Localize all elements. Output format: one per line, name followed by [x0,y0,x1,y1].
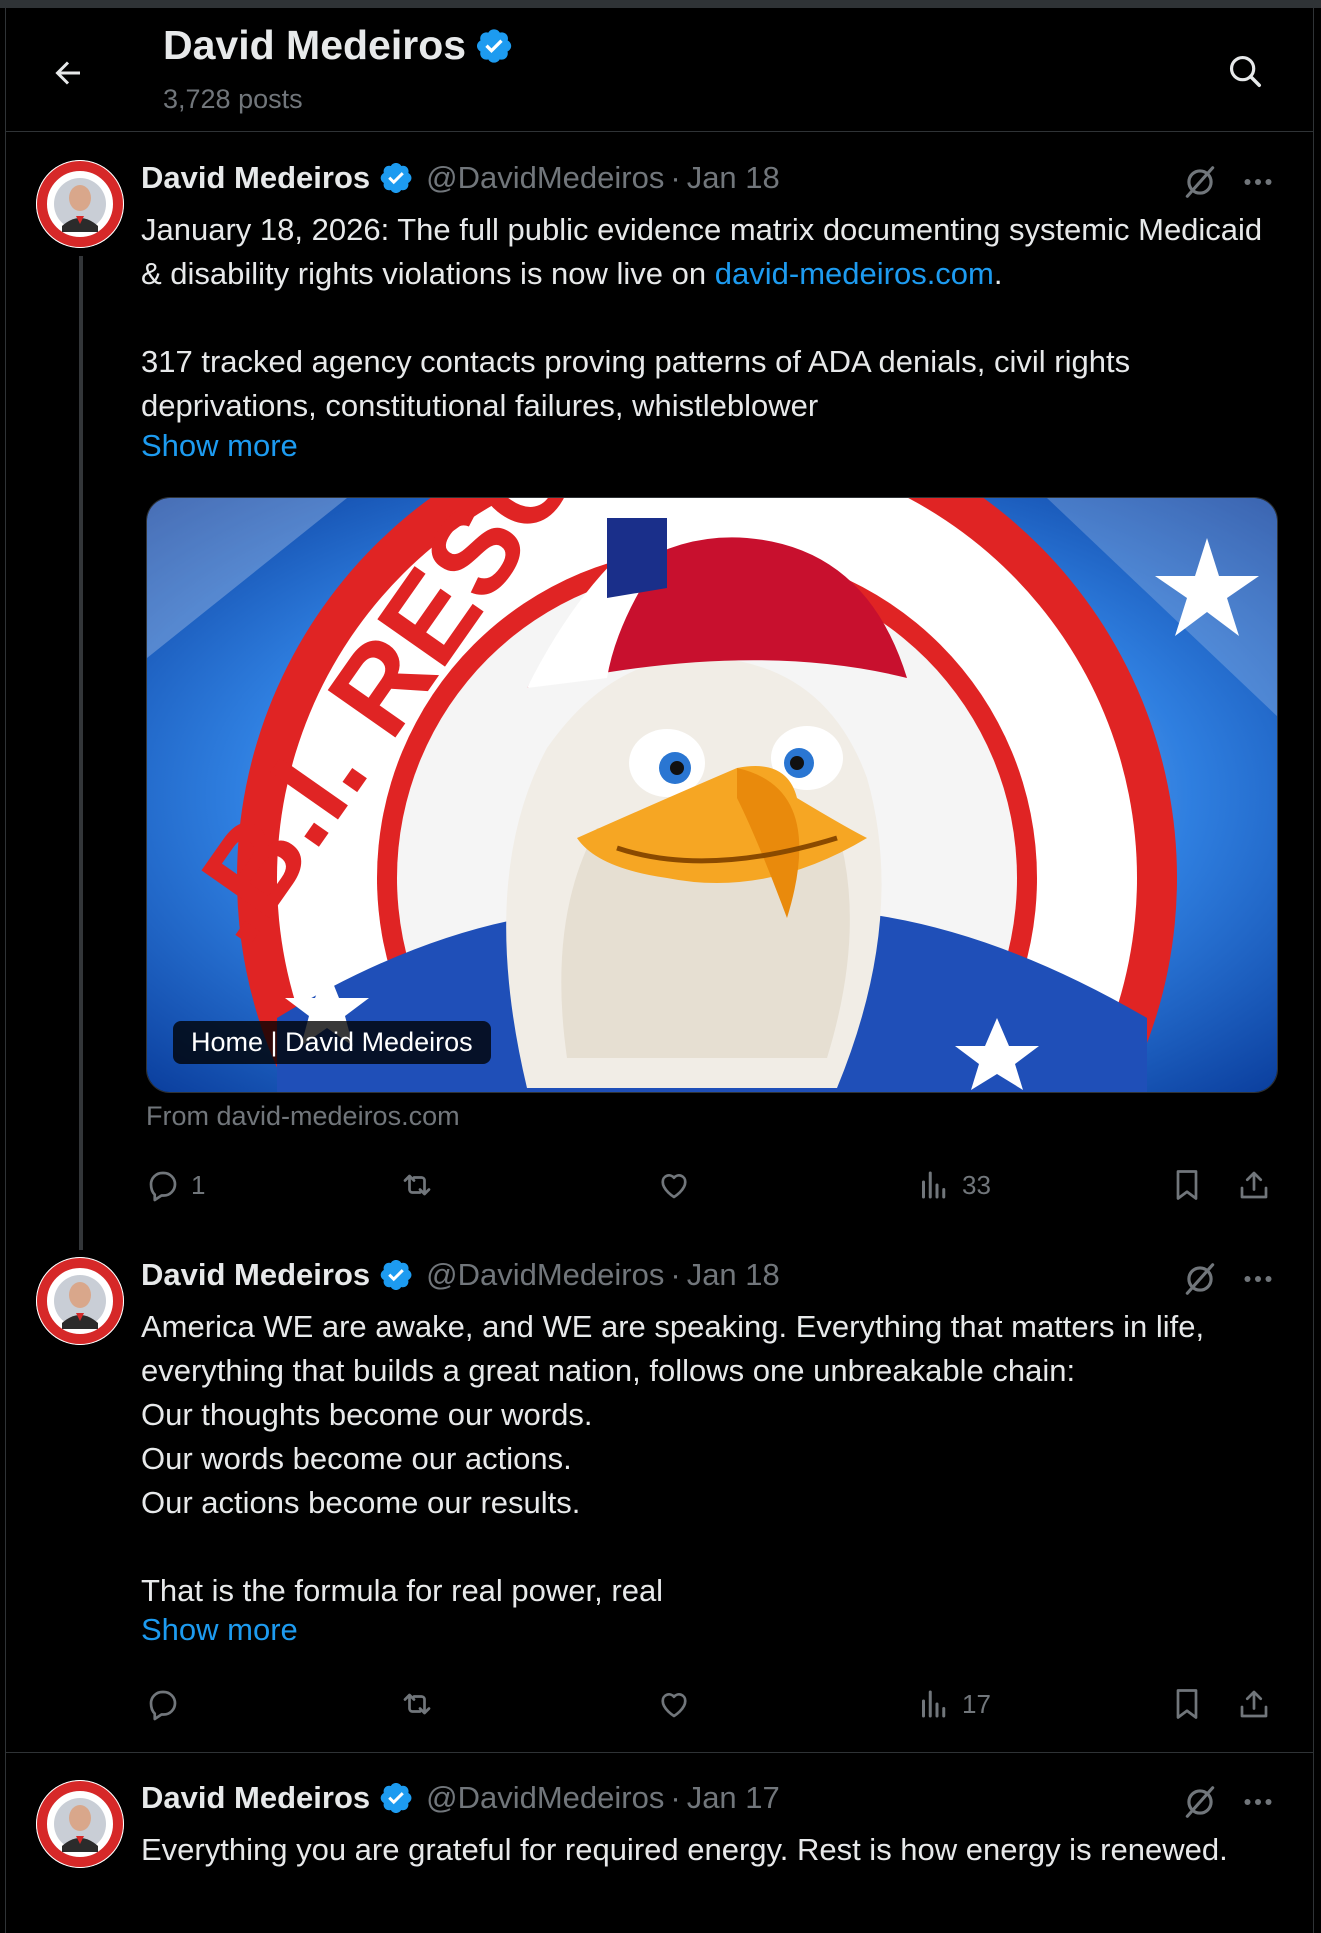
post-count: 3,728 posts [163,84,303,114]
post-actions: 17 [141,1679,1281,1729]
grok-button[interactable] [1178,160,1222,204]
grok-button[interactable] [1178,1780,1222,1824]
like-icon [661,1693,687,1718]
post-text: Everything you are grateful for required… [141,1832,1228,1867]
more-icon [1244,1799,1272,1805]
post-link[interactable]: david-medeiros.com [715,256,994,291]
reply-icon [149,1690,177,1721]
card-title: Home | David Medeiros [173,1021,491,1064]
card-image: .B.I. RESOURCES [147,498,1277,1092]
post-header: David Medeiros @DavidMedeiros · Jan 17 [141,1780,780,1816]
more-icon [1244,179,1272,185]
more-icon [1244,1276,1272,1282]
separator: · [670,1257,681,1292]
window-top-edge [0,0,1321,8]
views-count: 33 [962,1169,991,1200]
reply-button[interactable] [145,1679,181,1729]
reply-icon [149,1171,177,1202]
grok-button[interactable] [1178,1257,1222,1301]
repost-button[interactable] [399,1160,435,1210]
author-handle[interactable]: @DavidMedeiros [426,160,664,196]
post-text: January 18, 2026: The full public eviden… [141,208,1266,428]
repost-icon [403,1693,431,1715]
views-icon [922,1171,946,1199]
more-options-button[interactable] [1236,1780,1280,1824]
verified-badge-icon [380,163,412,193]
profile-header: David Medeiros 3,728 posts [5,8,1314,132]
verified-badge-icon [380,1783,412,1813]
repost-icon [403,1174,431,1196]
share-icon [1240,1690,1268,1718]
more-options-button[interactable] [1236,1257,1280,1301]
search-icon [1229,55,1261,87]
post-header: David Medeiros @DavidMedeiros · Jan 18 [141,160,780,196]
back-button[interactable] [43,48,93,98]
bookmark-button[interactable] [1169,1160,1205,1210]
author-name[interactable]: David Medeiros [141,160,370,196]
repost-button[interactable] [399,1679,435,1729]
views-count: 17 [962,1688,991,1719]
post-text: America WE are awake, and WE are speakin… [141,1309,1205,1608]
post-header: David Medeiros @DavidMedeiros · Jan 18 [141,1257,780,1293]
share-icon [1240,1171,1268,1199]
bookmark-icon [1176,1170,1198,1200]
back-arrow-icon [55,61,80,85]
more-options-button[interactable] [1236,160,1280,204]
post-date[interactable]: Jan 18 [687,160,780,196]
avatar-logo-image [36,1257,124,1345]
share-button[interactable] [1236,1160,1272,1210]
profile-title: David Medeiros [163,22,514,69]
avatar[interactable] [36,1780,124,1868]
avatar[interactable] [36,160,124,248]
like-button[interactable] [656,1160,692,1210]
views-icon [922,1690,946,1718]
profile-name: David Medeiros [163,22,467,68]
avatar-logo-image [36,1780,124,1868]
post-text-part: January 18, 2026: The full public eviden… [141,212,1271,291]
author-name[interactable]: David Medeiros [141,1257,370,1293]
bookmark-button[interactable] [1169,1679,1205,1729]
like-button[interactable] [656,1679,692,1729]
separator: · [670,160,681,195]
like-icon [661,1174,687,1199]
avatar-logo-image [36,160,124,248]
show-more-link[interactable]: Show more [141,1612,298,1648]
post-date[interactable]: Jan 17 [687,1780,780,1816]
verified-badge-icon [477,28,512,63]
reply-count: 1 [191,1169,206,1200]
grok-icon [1185,166,1215,198]
views-button[interactable]: 17 [916,1679,991,1729]
views-button[interactable]: 33 [916,1160,991,1210]
search-button[interactable] [1220,46,1270,96]
share-button[interactable] [1236,1679,1272,1729]
verified-badge-icon [380,1260,412,1290]
author-handle[interactable]: @DavidMedeiros [426,1257,664,1293]
author-name[interactable]: David Medeiros [141,1780,370,1816]
reply-button[interactable]: 1 [145,1160,205,1210]
separator: · [670,1780,681,1815]
bookmark-icon [1176,1689,1198,1719]
show-more-link[interactable]: Show more [141,428,298,464]
thread-connector [79,256,83,1250]
post-date[interactable]: Jan 18 [687,1257,780,1293]
card-source[interactable]: From david-medeiros.com [146,1101,460,1132]
avatar[interactable] [36,1257,124,1345]
post-actions: 1 33 [141,1160,1281,1210]
post-divider [5,1752,1314,1753]
grok-icon [1185,1786,1215,1818]
link-card[interactable]: .B.I. RESOURCES Home | David Medeiros [146,497,1278,1093]
grok-icon [1185,1263,1215,1295]
author-handle[interactable]: @DavidMedeiros [426,1780,664,1816]
